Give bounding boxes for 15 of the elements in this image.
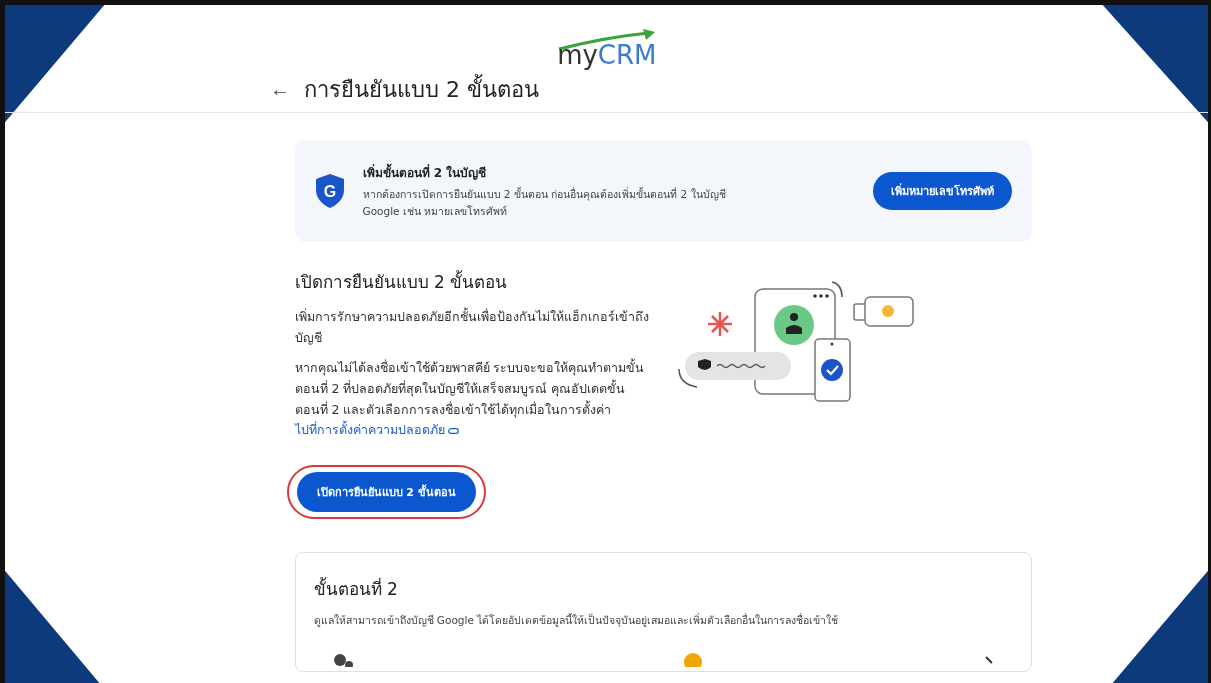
description-text: เพิ่มการรักษาความปลอดภัยอีกชั้นเพื่อป้องกันไม่ให้แฮ็กเกอร์เข้าถึงบัญชี	[294, 307, 650, 347]
notice-text: หากต้องการเปิดการยืนยันแบบ 2 ขั้นตอน ก่อนอื่นคุณต้องเพิ่มขั้นตอนที่ 2 ในบัญชี Google เช่น หมายเลขโทรศัพท์	[362, 186, 727, 219]
page-title: การยืนยันแบบ 2 ขั้นตอน	[304, 73, 539, 104]
shield-icon: G	[314, 173, 345, 209]
notice-title: เพิ่มขั้นตอนที่ 2 ในบัญชี	[362, 163, 855, 183]
back-button[interactable]: ←	[266, 77, 294, 101]
security-settings-link[interactable]: ไปที่การตั้งค่าความปลอดภัย	[294, 422, 460, 438]
card-title: ขั้นตอนที่ 2	[313, 576, 399, 601]
turn-on-2sv-button[interactable]: เปิดการยืนยันแบบ 2 ขั้นตอน	[296, 471, 476, 512]
card-text: ดูแลให้สามารถเข้าถึงบัญชี Google ได้โดยอัปเดตข้อมูลนี้ให้เป็นปัจจุบันอยู่เสมอและเพิ่มตัวเลือกอื่นในการลงชื่อเข้าใช้	[313, 612, 840, 629]
logo-text: myCRM	[557, 41, 657, 70]
section-title: เปิดการยืนยันแบบ 2 ขั้นตอน	[294, 269, 509, 294]
description-text: หากคุณไม่ได้ลงชื่อเข้าใช้ด้วยพาสคีย์ ระบบจะขอให้คุณทำตามขั้นตอนที่ 2 ที่ปลอดภัยที่สุดในบัญชีให้เสร็จสมบูรณ์ คุณอัปเดตขั้นตอนที่ 2 และตัวเลือกการลงชื่อเข้าใช้ได้ทุกเมื่อในการตั้งค่า ไปที่การตั้งค่าความปลอดภัย	[294, 358, 646, 440]
link-icon	[448, 427, 460, 434]
add-phone-button[interactable]: เพิ่มหมายเลขโทรศัพท์	[872, 172, 1012, 210]
